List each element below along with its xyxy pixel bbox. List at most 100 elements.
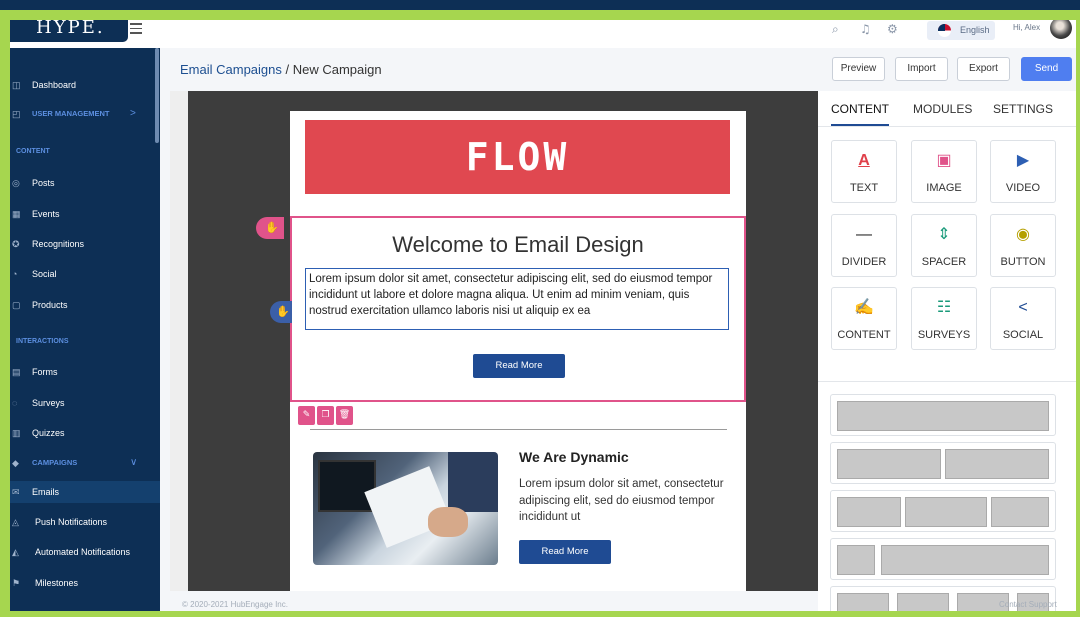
layout-cell	[905, 497, 987, 527]
bell-icon[interactable]: ♫	[860, 22, 871, 36]
layout-cell	[837, 449, 941, 479]
search-icon[interactable]: ⌕	[832, 22, 839, 37]
us-flag-icon	[938, 24, 951, 37]
hamburger-menu-icon[interactable]	[130, 23, 142, 37]
welcome-heading[interactable]: Welcome to Email Design	[292, 232, 744, 258]
send-button[interactable]: Send	[1021, 57, 1072, 81]
tile-video[interactable]: ▶ VIDEO	[990, 140, 1056, 203]
gear-icon[interactable]: ⚙	[887, 22, 898, 36]
sidebar-item-events[interactable]: ▦ Events	[10, 203, 160, 225]
photo-hand	[428, 507, 468, 537]
export-button[interactable]: Export	[957, 57, 1010, 81]
tile-image[interactable]: ▣ IMAGE	[911, 140, 977, 203]
welcome-text-editor[interactable]: Lorem ipsum dolor sit amet, consectetur …	[305, 268, 729, 330]
campaign-icon: ◆	[12, 458, 19, 468]
tile-label: IMAGE	[926, 182, 962, 194]
sidebar-item-social[interactable]: ◔ Social	[10, 263, 160, 285]
panel-tabs: CONTENT MODULES SETTINGS	[818, 91, 1076, 127]
survey-icon: ☷	[936, 299, 952, 316]
tile-spacer[interactable]: ⇕ SPACER	[911, 214, 977, 277]
layout-three-column[interactable]	[830, 490, 1056, 532]
layout-cell	[837, 545, 875, 575]
top-header: HYPE. ⌕ ♫ ⚙ English Hi, Alex	[10, 20, 1076, 48]
sidebar-item-surveys[interactable]: ◌ Surveys	[10, 392, 160, 414]
chevron-right-icon: >	[130, 108, 136, 119]
dynamic-read-more-button[interactable]: Read More	[519, 540, 611, 564]
language-selector[interactable]: English	[927, 21, 995, 40]
selected-content-block[interactable]: Welcome to Email Design Lorem ipsum dolo…	[290, 216, 746, 402]
sidebar-item-label: Push Notifications	[35, 517, 108, 527]
sidebar-item-label: Quizzes	[32, 428, 65, 438]
duplicate-icon[interactable]: ❐	[317, 406, 334, 425]
layout-two-column[interactable]	[830, 442, 1056, 484]
layout-cell	[837, 497, 901, 527]
tile-divider[interactable]: — DIVIDER	[831, 214, 897, 277]
hero-banner[interactable]: FLOW	[305, 120, 730, 194]
tile-text[interactable]: A TEXT	[831, 140, 897, 203]
sidebar-item-dashboard[interactable]: ◫ Dashboard	[10, 74, 160, 96]
sidebar-item-recognitions[interactable]: ✪ Recognitions	[10, 233, 160, 255]
text-drag-handle-icon[interactable]: ✋	[270, 301, 292, 323]
dynamic-text[interactable]: Lorem ipsum dolor sit amet, consectetur …	[519, 476, 729, 526]
footer-copyright: © 2020-2021 HubEngage Inc.	[182, 600, 288, 609]
layout-cell	[837, 401, 1049, 431]
sidebar-item-label: Surveys	[32, 398, 65, 408]
sidebar: ◫ Dashboard ◰ USER MANAGEMENT > CONTENT …	[10, 48, 160, 611]
dashboard-icon: ◫	[12, 80, 21, 90]
tile-surveys[interactable]: ☷ SURVEYS	[911, 287, 977, 350]
sidebar-item-automated-notifications[interactable]: ◭ Automated Notifications	[10, 541, 160, 563]
editor-canvas: FLOW Welcome to Email Design Lorem ipsum…	[170, 91, 828, 591]
sidebar-item-milestones[interactable]: ⚑ Milestones	[10, 572, 160, 594]
breadcrumb-email-campaigns[interactable]: Email Campaigns	[180, 62, 282, 77]
language-label: English	[960, 25, 990, 35]
chevron-down-icon: ∨	[130, 457, 138, 468]
logo[interactable]: HYPE.	[10, 20, 128, 42]
layout-cell	[945, 449, 1049, 479]
sidebar-item-quizzes[interactable]: ▥ Quizzes	[10, 422, 160, 444]
award-icon: ✪	[12, 239, 20, 249]
text-icon: A	[858, 152, 870, 169]
tab-settings[interactable]: SETTINGS	[993, 102, 1053, 116]
user-greeting: Hi, Alex	[1013, 23, 1041, 32]
tile-label: BUTTON	[1000, 256, 1046, 268]
import-button[interactable]: Import	[895, 57, 948, 81]
quiz-icon: ▥	[12, 428, 21, 438]
tile-button[interactable]: ◉ BUTTON	[990, 214, 1056, 277]
sidebar-item-label: Emails	[32, 487, 60, 497]
sidebar-item-label: Automated Notifications	[35, 547, 131, 557]
trash-icon[interactable]: 🗑	[336, 406, 353, 425]
social-icon: ◔	[12, 269, 18, 279]
sidebar-item-label: Dashboard	[32, 80, 77, 90]
sidebar-item-label: Recognitions	[32, 239, 85, 249]
users-icon: ◰	[12, 109, 21, 119]
robot-icon: ◭	[12, 547, 19, 557]
sidebar-item-push-notifications[interactable]: ◬ Push Notifications	[10, 511, 160, 533]
tile-label: TEXT	[849, 182, 879, 194]
sidebar-item-posts[interactable]: ◎ Posts	[10, 172, 160, 194]
divider-line	[310, 429, 727, 430]
survey-icon: ◌	[12, 398, 18, 408]
avatar[interactable]	[1050, 20, 1072, 39]
tile-label: SOCIAL	[1002, 329, 1044, 341]
sidebar-item-label: Milestones	[35, 578, 79, 588]
sidebar-item-forms[interactable]: ▤ Forms	[10, 361, 160, 383]
photo-monitor	[318, 460, 376, 512]
drag-handle-icon[interactable]: ✋	[256, 217, 284, 239]
tile-social[interactable]: < SOCIAL	[990, 287, 1056, 350]
sidebar-item-products[interactable]: ▢ Products	[10, 294, 160, 316]
sidebar-item-user-management[interactable]: ◰ USER MANAGEMENT >	[10, 103, 160, 125]
read-more-button[interactable]: Read More	[473, 354, 565, 378]
preview-button[interactable]: Preview	[832, 57, 885, 81]
edit-icon[interactable]: ✎	[298, 406, 315, 425]
tab-modules[interactable]: MODULES	[913, 102, 972, 116]
business-photo[interactable]	[313, 452, 498, 565]
tile-content[interactable]: ✍ CONTENT	[831, 287, 897, 350]
bell-icon: ◬	[12, 517, 19, 527]
sidebar-item-emails[interactable]: ✉ Emails	[10, 481, 160, 503]
layout-one-column[interactable]	[830, 394, 1056, 436]
sidebar-item-campaigns[interactable]: ◆ CAMPAIGNS ∨	[10, 452, 160, 474]
contact-support-link[interactable]: Contact Support	[999, 600, 1057, 609]
layout-sidebar-column[interactable]	[830, 538, 1056, 580]
tab-content[interactable]: CONTENT	[831, 102, 889, 126]
dynamic-heading[interactable]: We Are Dynamic	[519, 449, 629, 465]
